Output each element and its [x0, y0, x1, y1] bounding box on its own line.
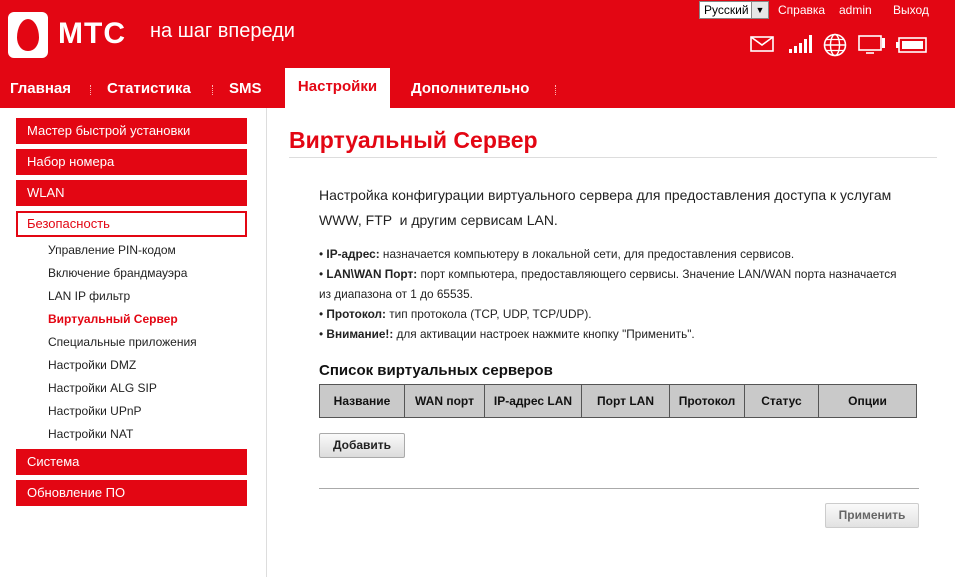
column-header-status: Статус [744, 384, 819, 418]
help-link[interactable]: Справка [778, 3, 825, 17]
note-label: Внимание!: [326, 327, 394, 341]
column-header-lan-ip: IP-адрес LAN [484, 384, 582, 418]
column-header-options: Опции [818, 384, 917, 418]
note-label: IP-адрес: [326, 247, 380, 261]
note-item: • IP-адрес: назначается компьютеру в лок… [319, 247, 795, 261]
mail-icon[interactable] [750, 36, 774, 52]
nav-settings[interactable]: Настройки [285, 68, 390, 108]
egg-icon [17, 19, 39, 51]
note-label: Протокол: [326, 307, 386, 321]
nav-home[interactable]: Главная [10, 70, 71, 108]
intro-line: Настройка конфигурации виртуального серв… [319, 187, 892, 203]
column-header-wan-port: WAN порт [404, 384, 485, 418]
sidebar-item-wlan[interactable]: WLAN [16, 180, 247, 206]
note-text: из диапазона от 1 до 65535. [319, 287, 473, 301]
nav-separator [90, 85, 92, 95]
sidebar-item-dialing[interactable]: Набор номера [16, 149, 247, 175]
logout-link[interactable]: Выход [893, 3, 929, 17]
note-item: из диапазона от 1 до 65535. [319, 284, 919, 304]
note-item: • Внимание!: для активации настроек нажм… [319, 327, 695, 341]
nav-sms[interactable]: SMS [229, 70, 262, 108]
note-label: LAN\WAN Порт: [326, 267, 418, 281]
sidebar-subitem-upnp[interactable]: Настройки UPnP [48, 404, 142, 418]
language-value: Русский [704, 3, 749, 17]
mts-logo [8, 12, 48, 58]
sidebar-subitem-special-apps[interactable]: Специальные приложения [48, 335, 197, 349]
column-header-lan-port: Порт LAN [581, 384, 670, 418]
signal-icon [789, 35, 812, 53]
table-title: Список виртуальных серверов [319, 362, 553, 379]
sidebar-subitem-nat[interactable]: Настройки NAT [48, 427, 133, 441]
globe-icon [823, 33, 847, 57]
slogan: на шаг впереди [150, 20, 295, 42]
intro-line: WWW, FTP и другим сервисам LAN. [319, 212, 558, 228]
header-bar: МТС на шаг впереди Русский ▼ Справка adm… [0, 0, 955, 108]
main-nav: Главная Статистика SMS Настройки Дополни… [0, 68, 955, 108]
column-header-protocol: Протокол [669, 384, 745, 418]
column-header-name: Название [319, 384, 405, 418]
note-text: порт компьютера, предоставляющего сервис… [417, 267, 897, 281]
nav-separator [212, 85, 214, 95]
sidebar-item-firmware-update[interactable]: Обновление ПО [16, 480, 247, 506]
note-text: тип протокола (TCP, UDP, TCP/UDP). [385, 307, 592, 321]
intro-text: Настройка конфигурации виртуального серв… [319, 183, 919, 233]
nav-separator [555, 85, 557, 95]
page-title: Виртуальный Сервер [289, 127, 538, 153]
sidebar-subitem-alg-sip[interactable]: Настройки ALG SIP [48, 381, 157, 395]
note-text: для активации настроек нажмите кнопку "П… [393, 327, 695, 341]
sidebar-subitem-lan-ip-filter[interactable]: LAN IP фильтр [48, 289, 130, 303]
sidebar-subitem-virtual-server[interactable]: Виртуальный Сервер [48, 312, 178, 326]
sidebar-item-system[interactable]: Система [16, 449, 247, 475]
nav-statistics[interactable]: Статистика [107, 70, 191, 108]
title-divider [289, 157, 937, 158]
apply-button[interactable]: Применить [825, 503, 919, 528]
chevron-down-icon[interactable]: ▼ [751, 2, 768, 18]
form-divider [319, 488, 919, 489]
table-header-row: Название WAN порт IP-адрес LAN Порт LAN … [319, 384, 917, 418]
sidebar-subitem-firewall[interactable]: Включение брандмауэра [48, 266, 187, 280]
language-select[interactable]: Русский ▼ [699, 1, 769, 19]
note-item: • Протокол: тип протокола (TCP, UDP, TCP… [319, 307, 592, 321]
virtual-servers-table: Название WAN порт IP-адрес LAN Порт LAN … [319, 384, 917, 418]
sidebar-subitem-dmz[interactable]: Настройки DMZ [48, 358, 136, 372]
sidebar-subitem-pin[interactable]: Управление PIN-кодом [48, 243, 176, 257]
add-button[interactable]: Добавить [319, 433, 405, 458]
nav-additional[interactable]: Дополнительно [411, 70, 529, 108]
monitor-icon [858, 35, 885, 54]
content-divider [266, 108, 267, 577]
brand-name: МТС [58, 17, 126, 50]
sidebar-item-security[interactable]: Безопасность [16, 211, 247, 237]
notes-list: • IP-адрес: назначается компьютеру в лок… [319, 244, 919, 344]
battery-icon [896, 37, 927, 53]
note-text: назначается компьютеру в локальной сети,… [379, 247, 795, 261]
user-link[interactable]: admin [839, 3, 872, 17]
sidebar-item-quick-setup[interactable]: Мастер быстрой установки [16, 118, 247, 144]
note-item: • LAN\WAN Порт: порт компьютера, предост… [319, 267, 897, 281]
